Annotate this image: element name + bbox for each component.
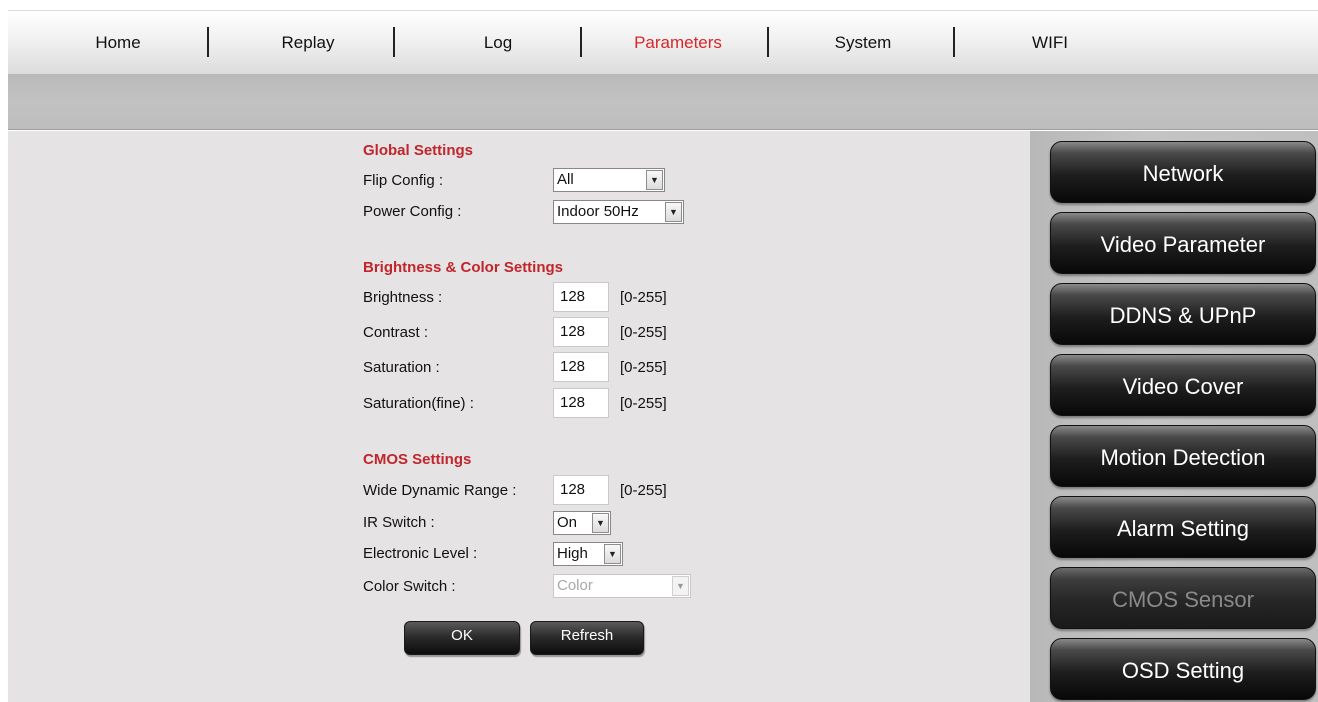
power-config-value: Indoor 50Hz bbox=[557, 203, 639, 220]
flip-config-value: All bbox=[557, 171, 574, 188]
refresh-button[interactable]: Refresh bbox=[530, 621, 644, 655]
brightness-range: [0-255] bbox=[620, 289, 667, 306]
power-config-label: Power Config : bbox=[363, 203, 462, 220]
global-settings-title: Global Settings bbox=[363, 142, 474, 159]
electronic-level-label: Electronic Level : bbox=[363, 545, 478, 562]
saturation-fine-range: [0-255] bbox=[620, 395, 667, 412]
sidebar-item-osd-setting[interactable]: OSD Setting bbox=[1050, 638, 1316, 700]
saturation-range: [0-255] bbox=[620, 359, 667, 376]
nav-parameters[interactable]: Parameters bbox=[613, 31, 743, 55]
nav-wifi[interactable]: WIFI bbox=[1020, 31, 1080, 55]
ir-switch-value: On bbox=[557, 514, 578, 531]
sub-header-bar bbox=[8, 74, 1318, 130]
saturation-label: Saturation : bbox=[363, 359, 440, 376]
sidebar-item-network[interactable]: Network bbox=[1050, 141, 1316, 203]
contrast-label: Contrast : bbox=[363, 324, 429, 341]
sidebar-item-alarm-setting[interactable]: Alarm Setting bbox=[1050, 496, 1316, 558]
wide-dynamic-range-input[interactable]: 128 bbox=[553, 475, 609, 505]
electronic-level-select[interactable]: High ▼ bbox=[553, 542, 623, 566]
ir-switch-select[interactable]: On ▼ bbox=[553, 511, 611, 535]
nav-separator bbox=[207, 27, 209, 57]
top-navigation: Home Replay Log Parameters System WIFI bbox=[8, 10, 1318, 74]
dropdown-arrow-icon: ▼ bbox=[592, 513, 609, 533]
settings-panel bbox=[8, 131, 1030, 702]
nav-separator bbox=[767, 27, 769, 57]
color-switch-value: Color bbox=[557, 577, 593, 594]
nav-separator bbox=[953, 27, 955, 57]
nav-system[interactable]: System bbox=[808, 31, 918, 55]
brightness-input[interactable]: 128 bbox=[553, 282, 609, 312]
dropdown-arrow-icon: ▼ bbox=[665, 202, 682, 222]
nav-replay[interactable]: Replay bbox=[258, 31, 358, 55]
brightness-settings-title: Brightness & Color Settings bbox=[363, 259, 564, 276]
dropdown-arrow-icon: ▼ bbox=[604, 544, 621, 564]
electronic-level-value: High bbox=[557, 545, 588, 562]
saturation-fine-label: Saturation(fine) : bbox=[363, 395, 474, 412]
sidebar-item-ddns-upnp[interactable]: DDNS & UPnP bbox=[1050, 283, 1316, 345]
sidebar-item-video-parameter[interactable]: Video Parameter bbox=[1050, 212, 1316, 274]
color-switch-label: Color Switch : bbox=[363, 578, 456, 595]
nav-log[interactable]: Log bbox=[448, 31, 548, 55]
sidebar-item-motion-detection[interactable]: Motion Detection bbox=[1050, 425, 1316, 487]
contrast-range: [0-255] bbox=[620, 324, 667, 341]
power-config-select[interactable]: Indoor 50Hz ▼ bbox=[553, 200, 684, 224]
sidebar-item-video-cover[interactable]: Video Cover bbox=[1050, 354, 1316, 416]
sidebar-item-cmos-sensor[interactable]: CMOS Sensor bbox=[1050, 567, 1316, 629]
nav-separator bbox=[393, 27, 395, 57]
dropdown-arrow-icon: ▼ bbox=[646, 170, 663, 190]
wide-dynamic-range-range: [0-255] bbox=[620, 482, 667, 499]
color-switch-select[interactable]: Color ▼ bbox=[553, 574, 691, 598]
nav-separator bbox=[580, 27, 582, 57]
saturation-fine-input[interactable]: 128 bbox=[553, 388, 609, 418]
nav-home[interactable]: Home bbox=[68, 31, 168, 55]
wide-dynamic-range-label: Wide Dynamic Range : bbox=[363, 482, 517, 499]
flip-config-label: Flip Config : bbox=[363, 172, 444, 189]
ok-button[interactable]: OK bbox=[404, 621, 520, 655]
saturation-input[interactable]: 128 bbox=[553, 352, 609, 382]
cmos-settings-title: CMOS Settings bbox=[363, 451, 472, 468]
contrast-input[interactable]: 128 bbox=[553, 317, 609, 347]
dropdown-arrow-icon: ▼ bbox=[672, 576, 689, 596]
ir-switch-label: IR Switch : bbox=[363, 514, 435, 531]
flip-config-select[interactable]: All ▼ bbox=[553, 168, 665, 192]
brightness-label: Brightness : bbox=[363, 289, 443, 306]
